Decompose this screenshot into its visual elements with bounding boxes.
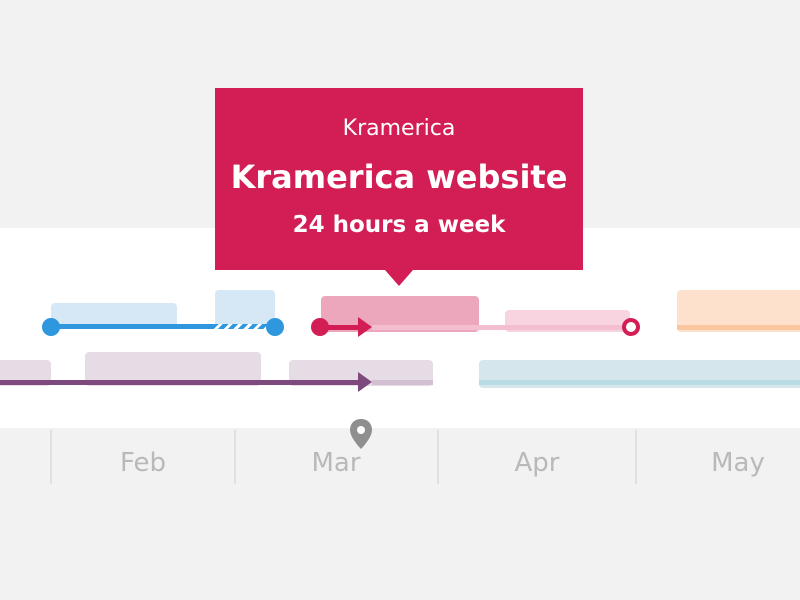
tooltip-hours: 24 hours a week	[292, 212, 506, 238]
month-label-may: May	[711, 448, 765, 478]
blue-project-line	[51, 324, 213, 329]
location-pin-icon[interactable]	[348, 418, 374, 450]
blue-project-start-handle[interactable]	[42, 318, 60, 336]
teal-project-line	[479, 380, 800, 385]
month-label-apr: Apr	[514, 448, 560, 478]
month-label-feb: Feb	[119, 448, 167, 478]
purple-arrow-icon	[358, 372, 372, 392]
month-label-mar: Mar	[311, 448, 361, 478]
kramerica-arrow-icon	[358, 317, 372, 337]
purple-project-line	[0, 380, 360, 385]
kramerica-project-line-faded	[372, 325, 630, 330]
purple-project-line-faded	[372, 380, 433, 385]
project-tooltip: Kramerica Kramerica website 24 hours a w…	[215, 88, 583, 286]
month-divider	[635, 430, 637, 484]
kramerica-end-handle[interactable]	[622, 318, 640, 336]
orange-project-line	[677, 325, 800, 330]
blue-project-end-handle[interactable]	[266, 318, 284, 336]
tooltip-client-name: Kramerica	[342, 116, 456, 141]
month-divider	[234, 430, 236, 484]
kramerica-start-handle[interactable]	[311, 318, 329, 336]
month-divider	[50, 430, 52, 484]
month-divider	[437, 430, 439, 484]
tooltip-project-name: Kramerica website	[230, 158, 568, 196]
